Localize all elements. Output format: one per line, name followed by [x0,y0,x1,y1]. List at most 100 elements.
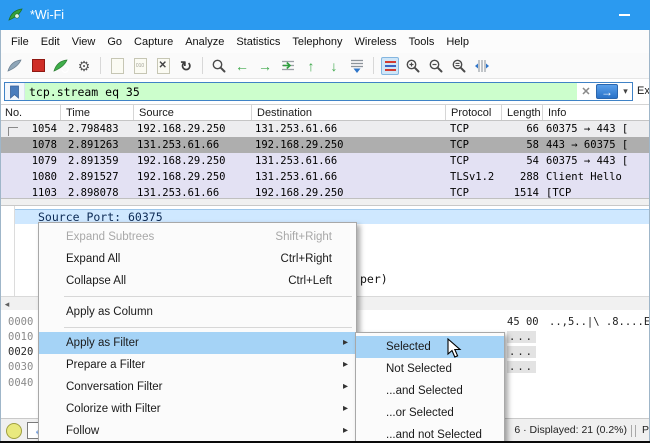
close-file-icon: ✕ [157,58,170,74]
column-header-destination[interactable]: Destination [252,105,446,120]
cell-destination: 131.253.61.66 [252,169,446,185]
wireshark-window: *Wi-Fi File Edit View Go Capture Analyze… [0,0,650,443]
menu-wireless[interactable]: Wireless [349,33,403,51]
menu-capture[interactable]: Capture [128,33,179,51]
menu-item-collapse-all[interactable]: Collapse All Ctrl+Left [39,270,356,292]
close-file-button[interactable]: ✕ [154,57,172,75]
go-to-bottom-icon [349,58,365,74]
go-to-packet-button[interactable] [279,57,297,75]
packet-list: 1054 2.798483 192.168.29.250 131.253.61.… [0,121,650,198]
menu-item-apply-as-column[interactable]: Apply as Column [39,301,356,323]
column-header-source[interactable]: Source [134,105,252,120]
bookmark-icon [9,85,20,99]
column-header-info[interactable]: Info [543,105,650,120]
menu-item-colorize-with-filter[interactable]: Colorize with Filter ▸ [39,398,356,420]
expression-button-fragment[interactable]: Ex [637,85,649,97]
submenu-item-or-selected[interactable]: ...or Selected [356,402,504,424]
up-arrow-icon: ↑ [308,59,315,73]
column-header-length[interactable]: Length [502,105,543,120]
go-up-button[interactable]: ↑ [302,57,320,75]
capture-options-button[interactable]: ⚙ [75,57,93,75]
apply-as-filter-submenu: Selected Not Selected ...and Selected ..… [355,332,505,443]
menu-tools[interactable]: Tools [403,33,441,51]
cell-length: 66 [502,121,543,137]
status-divider [635,425,636,437]
filter-clear-button[interactable]: ✕ [577,83,595,100]
go-forward-button[interactable]: → [256,57,274,75]
cell-source: 192.168.29.250 [134,121,252,137]
hex-ascii-fragment: ... [507,361,536,373]
resize-columns-icon [474,58,490,74]
menu-statistics[interactable]: Statistics [230,33,286,51]
hex-ascii-fragment: ... [507,346,536,358]
submenu-item-not-selected[interactable]: Not Selected [356,358,504,380]
cell-time: 2.898078 [61,185,134,198]
pane-splitter[interactable] [0,198,650,206]
context-menu: Expand Subtrees Shift+Right Expand All C… [38,222,357,443]
column-header-time[interactable]: Time [61,105,134,120]
toolbar-separator [100,57,101,74]
open-file-button[interactable] [108,57,126,75]
red-line-icon [385,69,396,71]
go-to-packet-icon [280,58,296,74]
cell-info: Client Hello [543,169,650,185]
menu-help[interactable]: Help [440,33,475,51]
cell-protocol: TLSv1.2 [446,169,502,185]
scroll-left-arrow[interactable]: ◂ [0,298,14,310]
go-down-button[interactable]: ↓ [325,57,343,75]
menu-item-expand-all[interactable]: Expand All Ctrl+Right [39,248,356,270]
column-header-no[interactable]: No. [0,105,61,120]
menu-edit[interactable]: Edit [35,33,66,51]
expert-info-icon[interactable] [6,423,22,439]
menu-telephony[interactable]: Telephony [286,33,348,51]
menu-item-apply-as-filter[interactable]: Apply as Filter ▸ [39,332,356,354]
menu-analyze[interactable]: Analyze [179,33,230,51]
restart-capture-button[interactable] [52,57,70,75]
display-filter-field[interactable]: ✕ → ▾ [4,82,633,101]
menu-go[interactable]: Go [101,33,128,51]
stop-capture-button[interactable] [29,57,47,75]
zoom-in-button[interactable] [404,57,422,75]
packet-row-1080[interactable]: 1080 2.891527 192.168.29.250 131.253.61.… [0,169,650,185]
packet-row-1054[interactable]: 1054 2.798483 192.168.29.250 131.253.61.… [0,121,650,137]
packet-row-1079[interactable]: 1079 2.891359 192.168.29.250 131.253.61.… [0,153,650,169]
wireshark-fin-icon [8,7,24,23]
filter-dropdown-caret[interactable]: ▾ [619,83,632,100]
menu-file[interactable]: File [5,33,35,51]
display-filter-input[interactable] [25,85,577,99]
cell-time: 2.891263 [61,137,134,153]
cell-protocol: TCP [446,185,502,198]
filter-bookmark-button[interactable] [5,83,25,100]
title-bar[interactable]: *Wi-Fi [0,0,650,30]
toolbar-separator [373,57,374,74]
cell-time: 2.891359 [61,153,134,169]
submenu-item-selected[interactable]: Selected [356,336,504,358]
down-arrow-icon: ↓ [331,59,338,73]
go-to-bottom-button[interactable] [348,57,366,75]
zoom-reset-button[interactable] [450,57,468,75]
zoom-out-button[interactable] [427,57,445,75]
menu-item-follow[interactable]: Follow ▸ [39,420,356,442]
column-header-protocol[interactable]: Protocol [446,105,502,120]
minimize-button[interactable] [619,14,630,16]
packet-row-1103[interactable]: 1103 2.898078 131.253.61.66 192.168.29.2… [0,185,650,198]
save-file-button[interactable]: 010 [131,57,149,75]
reload-file-button[interactable]: ↻ [177,57,195,75]
go-back-button[interactable]: ← [233,57,251,75]
hex-offset: 0040 [8,377,33,389]
resize-columns-button[interactable] [473,57,491,75]
filter-input-wrap [25,83,577,100]
related-packet-mark [8,127,18,136]
start-capture-button[interactable] [6,57,24,75]
toolbar-separator [202,57,203,74]
zoom-in-icon [405,58,421,74]
main-toolbar: ⚙ 010 ✕ ↻ ← → ↑ ↓ [0,53,650,79]
colorize-packets-button[interactable] [381,57,399,75]
menu-item-prepare-a-filter[interactable]: Prepare a Filter ▸ [39,354,356,376]
menu-view[interactable]: View [66,33,102,51]
packet-row-1078-selected[interactable]: 1078 2.891263 131.253.61.66 192.168.29.2… [0,137,650,153]
find-packet-button[interactable] [210,57,228,75]
filter-apply-button[interactable]: → [596,84,618,99]
menu-item-conversation-filter[interactable]: Conversation Filter ▸ [39,376,356,398]
submenu-item-and-selected[interactable]: ...and Selected [356,380,504,402]
